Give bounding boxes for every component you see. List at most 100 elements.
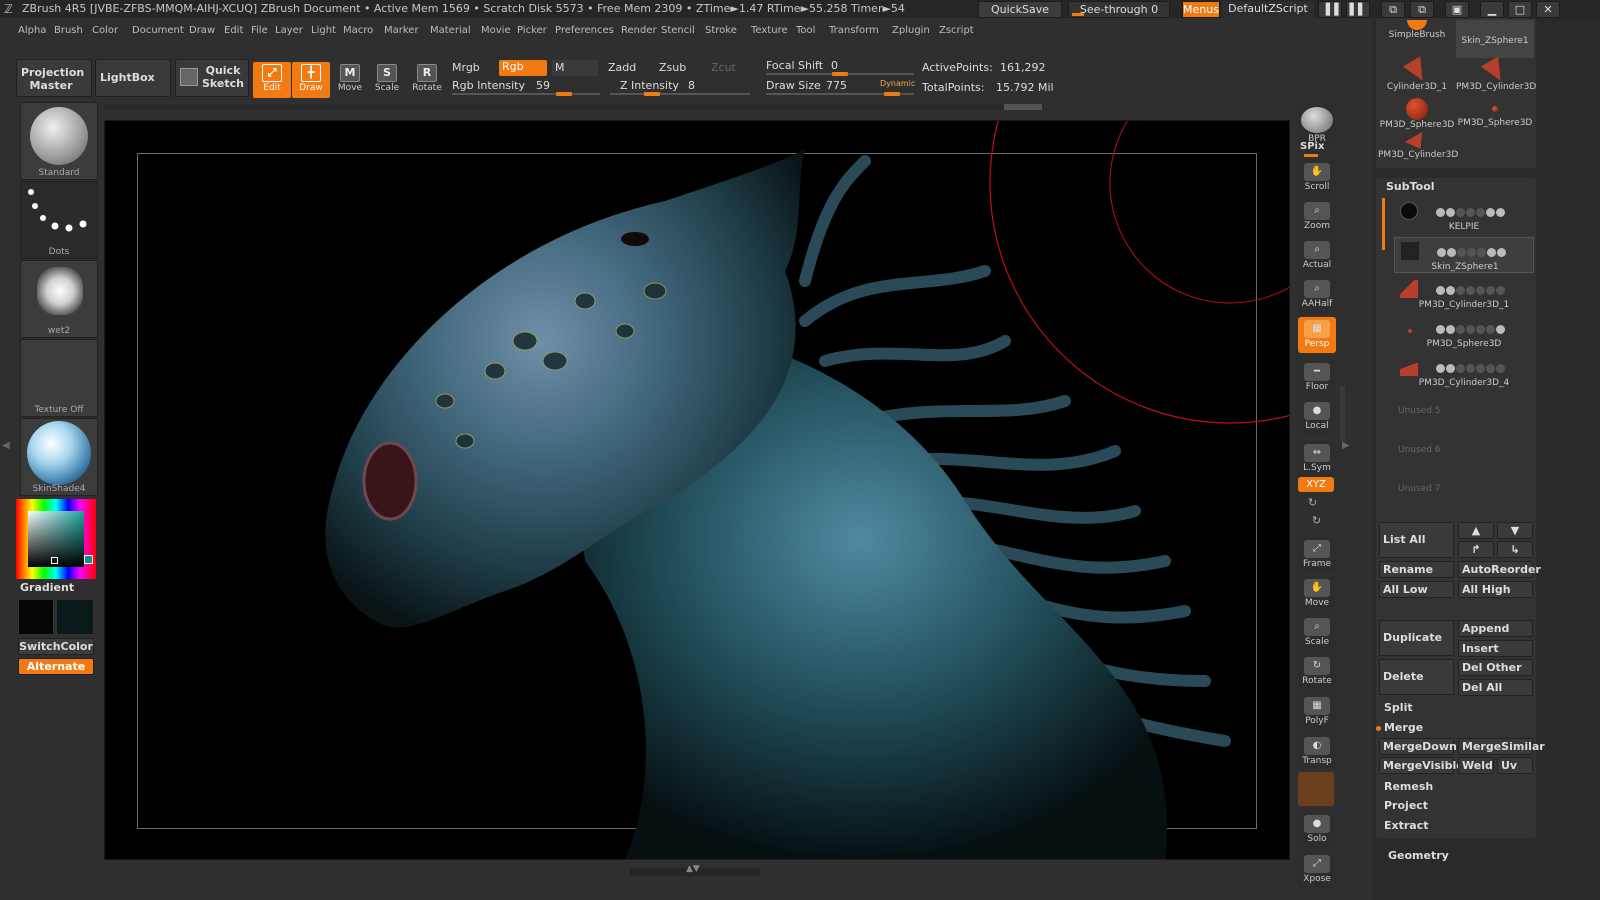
quick-sketch-button[interactable]: Quick Sketch bbox=[175, 59, 249, 97]
subtool-unused-slot[interactable]: Unused 5 bbox=[1398, 406, 1441, 416]
geometry-section[interactable]: Geometry bbox=[1388, 849, 1449, 862]
subtool-item[interactable]: Skin_ZSphere1 bbox=[1394, 237, 1534, 273]
scale-button[interactable]: S Scale bbox=[368, 62, 406, 98]
subtool-item[interactable]: PM3D_Cylinder3D_1 bbox=[1394, 276, 1534, 312]
transp-button[interactable]: ◐ Transp bbox=[1298, 734, 1336, 770]
duplicate-button[interactable]: Duplicate bbox=[1379, 620, 1454, 656]
alpha-selector[interactable]: wet2 bbox=[20, 260, 98, 338]
remesh-section[interactable]: Remesh bbox=[1384, 780, 1433, 793]
rotate-y-icon[interactable]: ↻ bbox=[1308, 496, 1317, 509]
weld-button[interactable]: Weld bbox=[1458, 757, 1494, 774]
rgb-button[interactable]: Rgb bbox=[499, 60, 547, 76]
move-up-icon[interactable]: ▲ bbox=[1458, 522, 1494, 539]
zsub-button[interactable]: Zsub bbox=[659, 61, 686, 74]
bottom-tray-handle[interactable]: ▲▼ bbox=[630, 864, 760, 876]
zadd-button[interactable]: Zadd bbox=[608, 61, 636, 74]
layout-alt-icon[interactable]: ⧉ bbox=[1410, 1, 1434, 18]
z-intensity-slider[interactable] bbox=[610, 93, 750, 95]
subtool-item[interactable]: PM3D_Cylinder3D_4 bbox=[1394, 354, 1534, 390]
menu-draw[interactable]: Draw bbox=[189, 25, 215, 36]
subtool-item[interactable]: KELPIE bbox=[1394, 198, 1534, 234]
subtool-controls[interactable] bbox=[1436, 202, 1532, 217]
project-section[interactable]: Project bbox=[1384, 799, 1428, 812]
secondary-color-swatch[interactable] bbox=[56, 599, 94, 635]
menu-texture[interactable]: Texture bbox=[751, 25, 788, 36]
mergevisible-button[interactable]: MergeVisible bbox=[1379, 757, 1464, 774]
menu-edit[interactable]: Edit bbox=[224, 25, 243, 36]
subtool-unused-slot[interactable]: Unused 6 bbox=[1398, 445, 1441, 455]
subtool-scroll-indicator[interactable] bbox=[1382, 198, 1385, 250]
spix-slider[interactable]: SPix bbox=[1300, 141, 1324, 152]
menu-picker[interactable]: Picker bbox=[517, 25, 547, 36]
see-through-slider[interactable]: See-through 0 bbox=[1068, 1, 1170, 18]
projection-master-button[interactable]: Projection Master bbox=[16, 59, 92, 97]
subtool-controls[interactable] bbox=[1436, 280, 1532, 295]
subtool-item[interactable]: PM3D_Sphere3D bbox=[1394, 315, 1534, 351]
move-down-icon[interactable]: ▼ bbox=[1497, 522, 1533, 539]
subtool-controls[interactable] bbox=[1437, 242, 1533, 257]
split-section[interactable]: Split bbox=[1384, 701, 1413, 714]
menu-zplugin[interactable]: Zplugin bbox=[892, 25, 930, 36]
menu-render[interactable]: Render bbox=[621, 25, 657, 36]
subtool-controls[interactable] bbox=[1436, 358, 1532, 373]
rgb-intensity-knob[interactable] bbox=[556, 92, 572, 96]
menu-material[interactable]: Material bbox=[430, 25, 471, 36]
mergesimilar-button[interactable]: MergeSimilar bbox=[1458, 738, 1545, 755]
polyf-button[interactable]: ▦ PolyF bbox=[1298, 694, 1336, 730]
menu-tool[interactable]: Tool bbox=[796, 25, 815, 36]
mergedown-button[interactable]: MergeDown bbox=[1379, 738, 1457, 755]
local-button[interactable]: ● Local bbox=[1298, 399, 1336, 435]
tool-skin-zsphere[interactable]: Skin_ZSphere1 bbox=[1456, 20, 1534, 58]
arrow-right-up-icon[interactable]: ↱ bbox=[1458, 541, 1494, 558]
merge-section[interactable]: Merge bbox=[1384, 721, 1423, 734]
left-tray-arrow-icon[interactable]: ◀ bbox=[2, 440, 10, 462]
subtool-unused-slot[interactable]: Unused 7 bbox=[1398, 484, 1441, 494]
gradient-toggle[interactable]: Gradient bbox=[20, 581, 74, 594]
rewind-icon[interactable]: ▐▐ bbox=[1318, 1, 1342, 18]
append-button[interactable]: Append bbox=[1458, 620, 1533, 637]
list-all-button[interactable]: List All bbox=[1379, 522, 1454, 558]
menu-movie[interactable]: Movie bbox=[481, 25, 511, 36]
top-scroll-thumb[interactable] bbox=[1004, 104, 1042, 110]
minimize-icon[interactable]: ▁ bbox=[1480, 1, 1504, 18]
ghost-button[interactable] bbox=[1298, 772, 1334, 806]
solo-button[interactable]: ● Solo bbox=[1298, 812, 1336, 848]
autoreorder-button[interactable]: AutoReorder bbox=[1458, 561, 1541, 578]
zoom-button[interactable]: ⌕ Zoom bbox=[1298, 199, 1336, 235]
menu-color[interactable]: Color bbox=[92, 25, 118, 36]
draw-button[interactable]: ╋ Draw bbox=[292, 62, 330, 98]
all-high-button[interactable]: All High bbox=[1458, 581, 1533, 598]
bpr-button[interactable]: BPR bbox=[1298, 104, 1336, 146]
layout-icon[interactable]: ⧉ bbox=[1381, 1, 1405, 18]
move-button[interactable]: M Move bbox=[331, 62, 369, 98]
maximize-icon[interactable]: □ bbox=[1508, 1, 1532, 18]
m-button[interactable]: M bbox=[552, 60, 598, 76]
insert-button[interactable]: Insert bbox=[1458, 640, 1533, 657]
floor-button[interactable]: ━ Floor bbox=[1298, 360, 1336, 396]
delete-button[interactable]: Delete bbox=[1379, 659, 1454, 695]
menu-stencil[interactable]: Stencil bbox=[661, 25, 695, 36]
tool-cylinder3d-1[interactable]: Cylinder3D_1 bbox=[1378, 56, 1456, 96]
arrow-right-down-icon[interactable]: ↳ bbox=[1497, 541, 1533, 558]
menu-transform[interactable]: Transform bbox=[829, 25, 879, 36]
move-view-button[interactable]: ✋ Move bbox=[1298, 576, 1336, 612]
menu-document[interactable]: Document bbox=[132, 25, 184, 36]
scroll-button[interactable]: ✋ Scroll bbox=[1298, 160, 1336, 196]
brush-selector[interactable]: Standard bbox=[20, 102, 98, 180]
mrgb-button[interactable]: Mrgb bbox=[452, 61, 480, 74]
tool-pm3d-cylinder3d[interactable]: PM3D_Cylinder3D bbox=[1456, 56, 1536, 96]
uv-button[interactable]: Uv bbox=[1497, 757, 1533, 774]
close-icon[interactable]: ✕ bbox=[1536, 1, 1560, 18]
rgb-intensity-slider[interactable] bbox=[452, 93, 600, 95]
rotate-button[interactable]: R Rotate bbox=[408, 62, 446, 98]
all-low-button[interactable]: All Low bbox=[1379, 581, 1454, 598]
zcut-button[interactable]: Zcut bbox=[711, 61, 736, 74]
alternate-button[interactable]: Alternate bbox=[18, 658, 94, 675]
menu-stroke[interactable]: Stroke bbox=[705, 25, 737, 36]
draw-size-knob[interactable] bbox=[884, 92, 900, 96]
xyz-button[interactable]: XYZ bbox=[1298, 477, 1334, 492]
del-all-button[interactable]: Del All bbox=[1458, 679, 1533, 696]
edit-button[interactable]: ⤢ Edit bbox=[253, 62, 291, 98]
rename-button[interactable]: Rename bbox=[1379, 561, 1454, 578]
del-other-button[interactable]: Del Other bbox=[1458, 659, 1533, 676]
